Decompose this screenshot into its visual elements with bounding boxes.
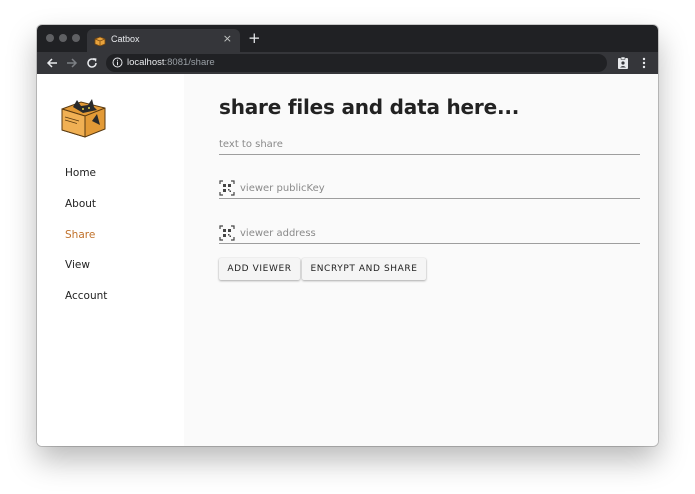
minimize-window-dot[interactable] <box>59 34 67 42</box>
catbox-favicon-icon <box>94 36 106 46</box>
sidebar-item-about[interactable]: About <box>65 197 96 211</box>
reload-icon[interactable] <box>85 55 99 71</box>
viewer-address-input[interactable] <box>240 224 640 242</box>
extension-icon[interactable] <box>617 56 629 70</box>
url-text[interactable]: localhost:8081/share <box>127 57 215 69</box>
new-tab-icon[interactable]: + <box>248 29 261 47</box>
sidebar-item-home[interactable]: Home <box>65 166 96 180</box>
close-window-dot[interactable] <box>46 34 54 42</box>
sidebar-item-view[interactable]: View <box>65 258 90 272</box>
encrypt-and-share-button[interactable]: ENCRYPT AND SHARE <box>302 258 426 280</box>
forward-arrow-icon[interactable] <box>65 55 79 71</box>
url-host: localhost <box>127 57 165 68</box>
sidebar-item-account[interactable]: Account <box>65 289 107 303</box>
browser-tab[interactable]: Catbox × <box>87 29 240 52</box>
qr-scan-icon[interactable] <box>219 180 235 196</box>
page-title: share files and data here... <box>219 95 520 119</box>
add-viewer-button[interactable]: ADD VIEWER <box>219 258 300 280</box>
back-arrow-icon[interactable] <box>45 55 59 71</box>
page-viewport: Home About Share View Account share file… <box>37 74 658 446</box>
catbox-logo <box>61 99 106 138</box>
text-to-share-input[interactable] <box>219 135 640 153</box>
text-to-share-field <box>219 135 640 155</box>
sidebar-item-share[interactable]: Share <box>65 228 95 242</box>
viewer-publickey-input[interactable] <box>240 179 640 197</box>
tab-title: Catbox <box>111 34 140 44</box>
address-bar[interactable]: localhost:8081/share <box>106 54 607 72</box>
browser-toolbar: localhost:8081/share <box>37 52 658 74</box>
share-form: share files and data here... text to sha… <box>184 74 658 446</box>
sidebar: Home About Share View Account <box>37 74 184 446</box>
info-icon[interactable] <box>112 57 123 68</box>
url-path: :8081/share <box>164 57 215 68</box>
viewer-address-field <box>219 224 640 244</box>
tab-close-icon[interactable]: × <box>223 33 232 45</box>
kebab-menu-icon[interactable] <box>639 56 649 70</box>
maximize-window-dot[interactable] <box>72 34 80 42</box>
tab-strip: Catbox × + <box>37 25 658 52</box>
viewer-publickey-field <box>219 179 640 199</box>
qr-scan-icon[interactable] <box>219 225 235 241</box>
browser-window: Catbox × + localhost:8081/share Home Abo… <box>37 25 658 446</box>
